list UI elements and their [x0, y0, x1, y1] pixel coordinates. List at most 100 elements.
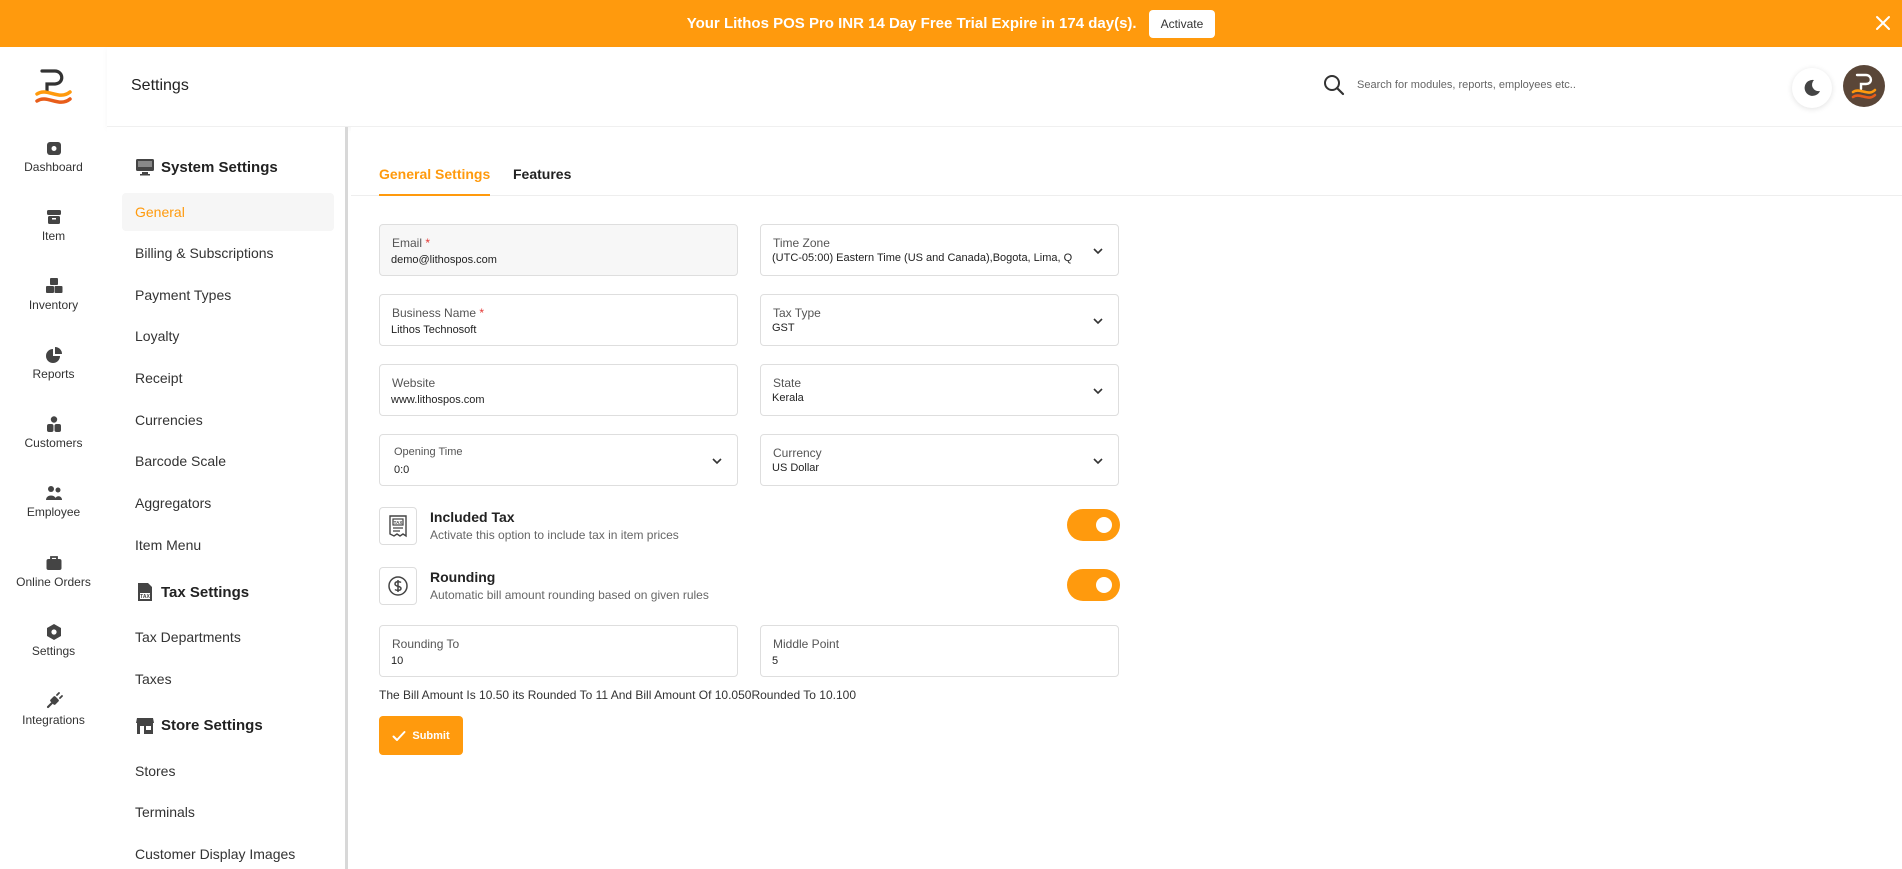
nav-dashboard[interactable]: Dashboard [0, 139, 107, 189]
timezone-select[interactable]: Time Zone (UTC-05:00) Eastern Time (US a… [760, 224, 1119, 276]
store-icon [136, 718, 154, 734]
reports-icon [45, 347, 62, 363]
app-logo[interactable] [33, 67, 73, 105]
dollar-circle-icon [379, 567, 417, 605]
sidebar-item-customer-display-images[interactable]: Customer Display Images [122, 835, 334, 869]
avatar[interactable] [1843, 65, 1885, 107]
nav-item[interactable]: Item [0, 208, 107, 258]
nav-integrations[interactable]: Integrations [0, 692, 107, 742]
currency-select[interactable]: Currency US Dollar [760, 434, 1119, 486]
activate-button[interactable]: Activate [1148, 9, 1216, 38]
email-field[interactable]: Email * demo@lithospos.com [379, 224, 738, 276]
included-tax-title: Included Tax [430, 509, 515, 525]
svg-text:TAX: TAX [394, 520, 403, 525]
nav-reports[interactable]: Reports [0, 346, 107, 396]
website-field[interactable]: Website www.lithospos.com [379, 364, 738, 416]
opening-time-label: Opening Time [394, 446, 463, 458]
nav-inventory[interactable]: Inventory [0, 277, 107, 327]
search-input[interactable] [1357, 73, 1657, 97]
item-icon [46, 210, 61, 224]
currency-value: US Dollar [772, 462, 820, 474]
top-header: Settings [107, 47, 1902, 127]
tab-features[interactable]: Features [513, 162, 571, 196]
sidebar-item-currencies[interactable]: Currencies [122, 401, 334, 439]
online-orders-icon [46, 556, 61, 570]
tax-type-select[interactable]: Tax Type GST [760, 294, 1119, 346]
nav-customers[interactable]: Customers [0, 415, 107, 465]
tax-settings-title: Tax Settings [161, 583, 250, 601]
check-icon [392, 730, 406, 741]
sidebar-item-taxes[interactable]: Taxes [122, 660, 334, 698]
system-settings-group: System Settings [135, 157, 278, 177]
trial-banner-text: Your Lithos POS Pro INR 14 Day Free Tria… [686, 15, 1137, 32]
opening-time-select[interactable]: Opening Time 0:0 [379, 434, 738, 486]
rounding-title: Rounding [430, 569, 496, 585]
settings-main: General Settings Features Email * demo@l… [351, 127, 1902, 869]
monitor-icon [136, 159, 154, 176]
tax-receipt-icon: TAX [379, 507, 417, 545]
included-tax-toggle[interactable] [1067, 509, 1120, 541]
sidebar-item-loyalty[interactable]: Loyalty [122, 317, 334, 355]
store-settings-title: Store Settings [161, 716, 263, 734]
tax-document-icon: TAX [138, 583, 152, 601]
nav-settings[interactable]: Settings [0, 623, 107, 673]
nav-online-orders[interactable]: Online Orders [0, 554, 107, 604]
chevron-down-icon [1093, 248, 1103, 255]
tax-settings-group: TAX Tax Settings [135, 582, 249, 602]
business-name-value: Lithos Technosoft [391, 324, 477, 336]
middle-point-field[interactable]: Middle Point 5 [760, 625, 1119, 677]
state-value: Kerala [772, 392, 804, 404]
rounding-toggle[interactable] [1067, 569, 1120, 601]
tab-general-settings[interactable]: General Settings [379, 162, 491, 196]
sidebar-item-stores[interactable]: Stores [122, 752, 334, 790]
page-title: Settings [131, 77, 189, 94]
nav-online-orders-label: Online Orders [16, 575, 91, 589]
nav-reports-label: Reports [32, 367, 75, 381]
nav-item-label: Item [41, 229, 66, 243]
state-label: State [773, 376, 802, 390]
tax-type-value: GST [772, 322, 795, 334]
rounding-to-field[interactable]: Rounding To 10 [379, 625, 738, 677]
integrations-icon [46, 692, 63, 709]
chevron-down-icon [1093, 318, 1103, 325]
business-name-field[interactable]: Business Name * Lithos Technosoft [379, 294, 738, 346]
trial-banner: Your Lithos POS Pro INR 14 Day Free Tria… [0, 0, 1902, 47]
search-icon[interactable] [1322, 73, 1346, 97]
chevron-down-icon [1093, 458, 1103, 465]
main-nav-rail: Dashboard Item Inventory Reports Custome… [0, 47, 107, 869]
sidebar-item-general[interactable]: General [122, 193, 334, 231]
nav-integrations-label: Integrations [22, 713, 85, 727]
close-icon[interactable] [1872, 12, 1894, 34]
rounding-hint: The Bill Amount Is 10.50 its Rounded To … [379, 688, 856, 702]
website-label: Website [392, 376, 436, 390]
email-label: Email * [392, 236, 431, 250]
rounding-to-value: 10 [391, 655, 404, 667]
middle-point-label: Middle Point [773, 637, 840, 651]
website-value: www.lithospos.com [391, 394, 485, 406]
tax-type-label: Tax Type [773, 306, 821, 320]
sidebar-item-receipt[interactable]: Receipt [122, 359, 334, 397]
sidebar-item-barcode-scale[interactable]: Barcode Scale [122, 442, 334, 480]
sidebar-item-billing[interactable]: Billing & Subscriptions [122, 234, 334, 272]
inventory-icon [45, 278, 62, 293]
theme-toggle-button[interactable] [1792, 68, 1832, 108]
svg-text:TAX: TAX [140, 594, 150, 600]
settings-tabs: General Settings Features [351, 162, 1902, 196]
sidebar-item-terminals[interactable]: Terminals [122, 793, 334, 831]
customers-icon [46, 416, 61, 432]
moon-icon [1804, 79, 1820, 96]
nav-employee[interactable]: Employee [0, 484, 107, 534]
sidebar-item-aggregators[interactable]: Aggregators [122, 484, 334, 522]
nav-inventory-label: Inventory [28, 298, 79, 312]
sidebar-item-item-menu[interactable]: Item Menu [122, 526, 334, 564]
timezone-label: Time Zone [773, 236, 830, 250]
system-settings-title: System Settings [161, 158, 278, 176]
sidebar-item-payment-types[interactable]: Payment Types [122, 276, 334, 314]
sidebar-item-tax-departments[interactable]: Tax Departments [122, 618, 334, 656]
store-settings-group: Store Settings [135, 715, 263, 735]
included-tax-desc: Activate this option to include tax in i… [430, 528, 679, 542]
nav-settings-label: Settings [31, 644, 76, 658]
state-select[interactable]: State Kerala [760, 364, 1119, 416]
submit-button[interactable]: Submit [379, 716, 463, 755]
submit-label: Submit [412, 729, 450, 742]
